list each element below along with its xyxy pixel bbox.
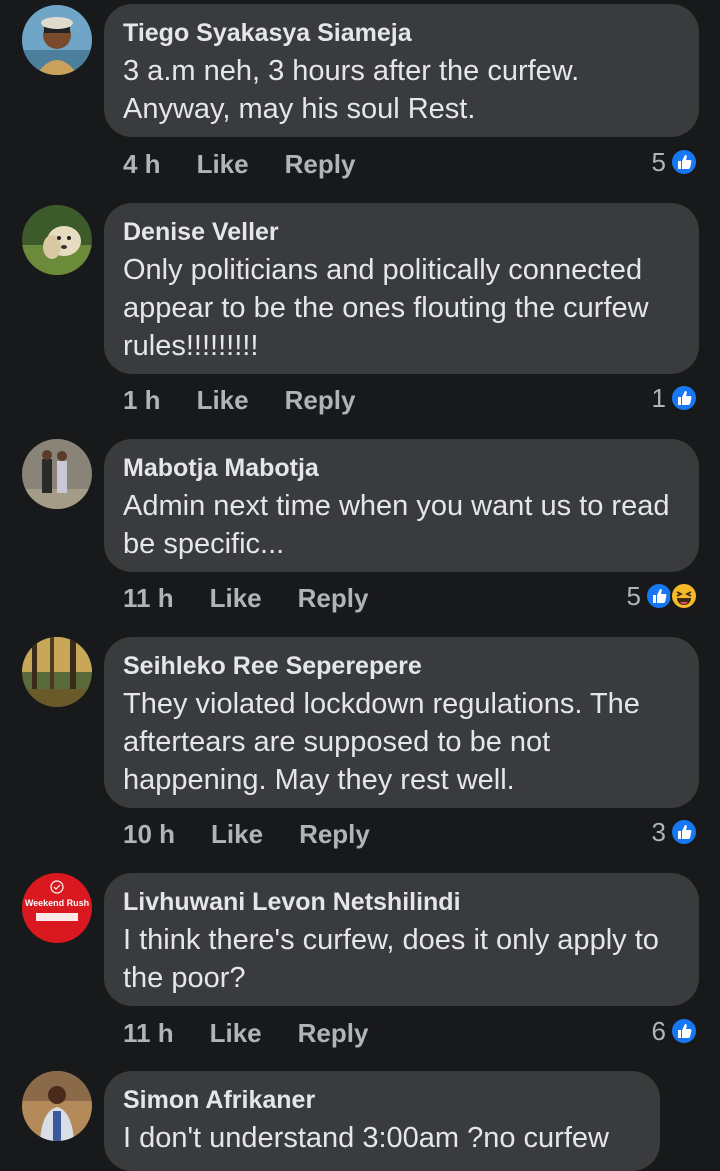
comment-author[interactable]: Tiego Syakasya Siameja: [123, 18, 679, 48]
comment-actions: 4 h Like Reply: [123, 144, 391, 184]
reply-button[interactable]: Reply: [298, 1018, 369, 1049]
comment-text: Admin next time when you want us to read…: [123, 490, 670, 560]
comment-author[interactable]: Mabotja Mabotja: [123, 453, 679, 483]
reaction-count: 6: [651, 1015, 666, 1046]
like-icon: [670, 148, 698, 176]
reaction-summary[interactable]: 1: [652, 378, 698, 418]
comment-actions: 10 h Like Reply: [123, 814, 406, 854]
reaction-summary[interactable]: 5: [627, 576, 698, 616]
comment-text: I don't understand 3:00am ?no curfew: [123, 1122, 609, 1154]
comment-bubble: Mabotja Mabotja Admin next time when you…: [104, 439, 699, 572]
comment-bubble: Seihleko Ree Seperepere They violated lo…: [104, 637, 699, 808]
comment-author[interactable]: Livhuwani Levon Netshilindi: [123, 887, 679, 917]
comment-text: They violated lockdown regulations. The …: [123, 688, 640, 796]
like-icon: [645, 582, 673, 610]
like-button[interactable]: Like: [197, 385, 249, 416]
like-button[interactable]: Like: [197, 149, 249, 180]
comment-time[interactable]: 10 h: [123, 819, 175, 850]
reaction-summary[interactable]: 5: [652, 142, 698, 182]
comment-author[interactable]: Denise Veller: [123, 217, 679, 247]
comment-bubble: Tiego Syakasya Siameja 3 a.m neh, 3 hour…: [104, 4, 699, 137]
like-button[interactable]: Like: [210, 1018, 262, 1049]
like-icon: [670, 1017, 698, 1045]
comment-bubble: Denise Veller Only politicians and polit…: [104, 203, 699, 374]
avatar[interactable]: [22, 637, 92, 707]
avatar[interactable]: [22, 1071, 92, 1141]
like-icon: [670, 384, 698, 412]
reply-button[interactable]: Reply: [299, 819, 370, 850]
reply-button[interactable]: Reply: [298, 583, 369, 614]
comment-time[interactable]: 11 h: [123, 583, 174, 614]
comment-time[interactable]: 4 h: [123, 149, 161, 180]
avatar-badge-text: Weekend Rush: [24, 898, 90, 908]
like-icon: [670, 818, 698, 846]
comment-actions: 1 h Like Reply: [123, 380, 391, 420]
comment-text: I think there's curfew, does it only app…: [123, 924, 659, 994]
reply-button[interactable]: Reply: [285, 385, 356, 416]
reaction-count: 5: [626, 580, 641, 611]
avatar[interactable]: [22, 5, 92, 75]
comment-actions: 11 h Like Reply: [123, 1013, 404, 1053]
reaction-count: 1: [651, 382, 666, 413]
comment-author[interactable]: Seihleko Ree Seperepere: [123, 651, 679, 681]
comment-bubble: Livhuwani Levon Netshilindi I think ther…: [104, 873, 699, 1006]
comment-actions: 11 h Like Reply: [123, 578, 404, 618]
reaction-count: 3: [651, 816, 666, 847]
avatar[interactable]: Weekend Rush: [22, 873, 92, 943]
comment-author[interactable]: Simon Afrikaner: [123, 1085, 640, 1115]
comment-bubble: Simon Afrikaner I don't understand 3:00a…: [104, 1071, 660, 1171]
like-button[interactable]: Like: [211, 819, 263, 850]
reaction-count: 5: [651, 146, 666, 177]
avatar[interactable]: [22, 205, 92, 275]
comment-time[interactable]: 1 h: [123, 385, 161, 416]
reaction-summary[interactable]: 3: [652, 812, 698, 852]
reply-button[interactable]: Reply: [285, 149, 356, 180]
comment-time[interactable]: 11 h: [123, 1018, 174, 1049]
avatar[interactable]: [22, 439, 92, 509]
reaction-summary[interactable]: 6: [652, 1011, 698, 1051]
like-button[interactable]: Like: [210, 583, 262, 614]
comment-text: Only politicians and politically connect…: [123, 254, 649, 362]
comment-text: 3 a.m neh, 3 hours after the curfew. Any…: [123, 55, 580, 125]
haha-icon: [670, 582, 698, 610]
